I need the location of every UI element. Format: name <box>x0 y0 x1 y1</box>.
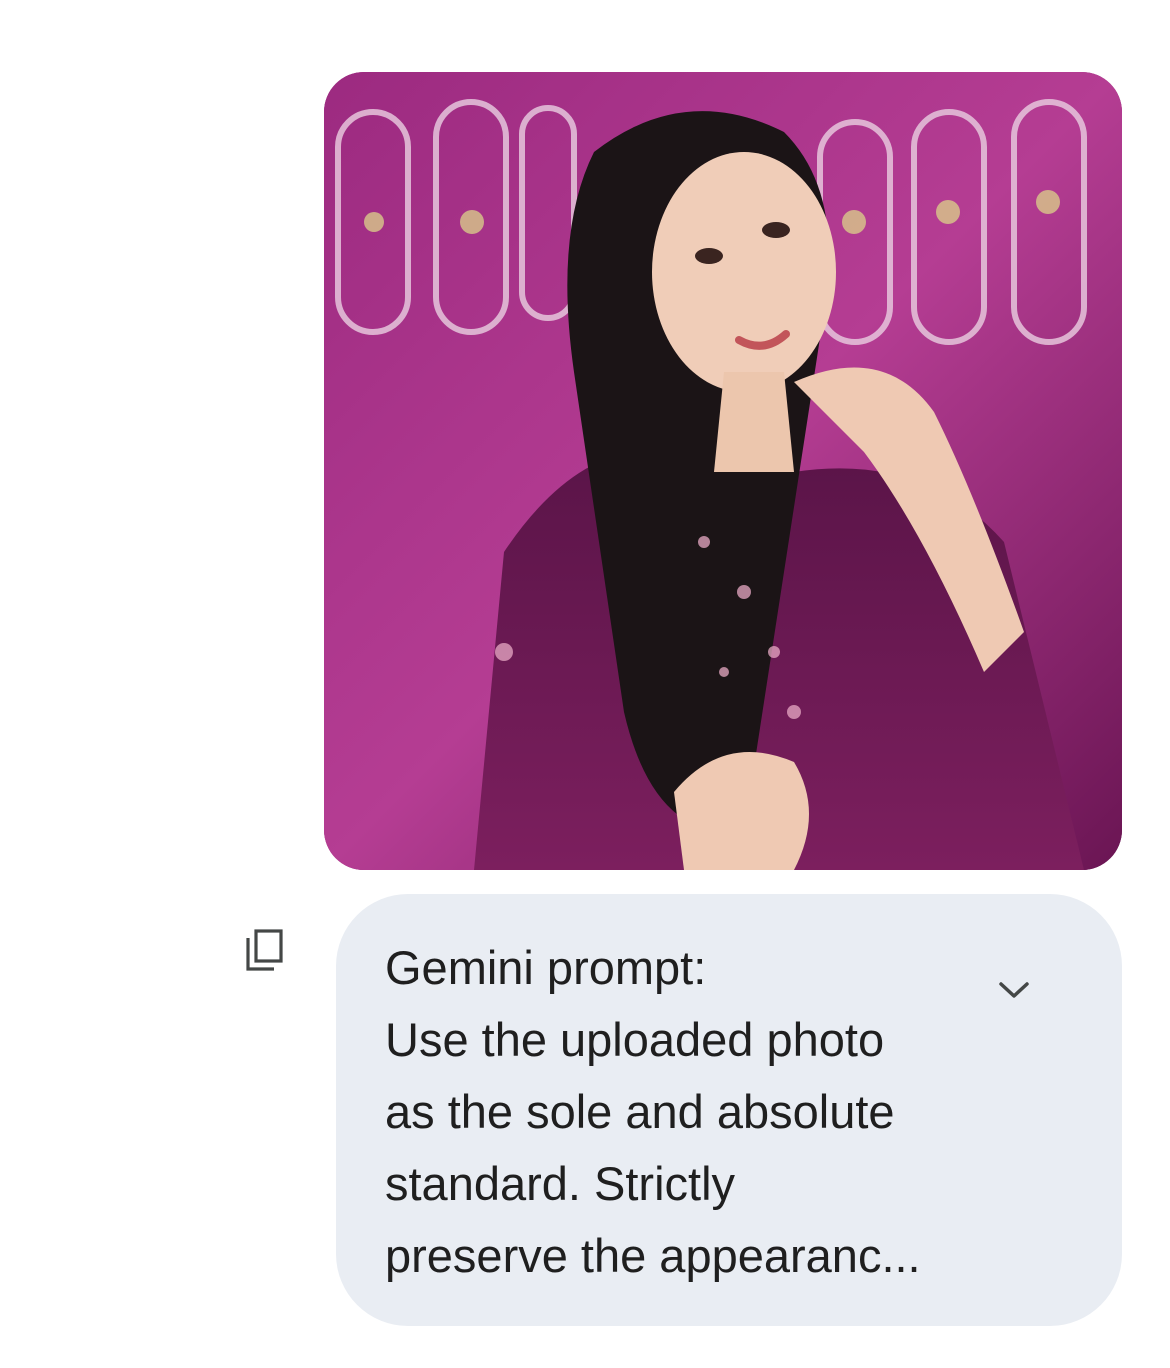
chevron-down-icon <box>997 979 1031 1006</box>
copy-button[interactable] <box>236 924 292 980</box>
expand-button[interactable] <box>990 968 1038 1016</box>
prompt-title: Gemini prompt: <box>385 941 707 994</box>
prompt-text: Gemini prompt: Use the uploaded photo as… <box>385 932 965 1292</box>
prompt-line: preserve the appearanc... <box>385 1229 921 1282</box>
copy-icon <box>244 928 284 977</box>
photo-illustration <box>324 72 1122 870</box>
prompt-bubble: Gemini prompt: Use the uploaded photo as… <box>336 894 1122 1326</box>
prompt-line: as the sole and absolute <box>385 1085 895 1138</box>
prompt-line: standard. Strictly <box>385 1157 736 1210</box>
prompt-line: Use the uploaded photo <box>385 1013 885 1066</box>
uploaded-photo[interactable] <box>324 72 1122 870</box>
